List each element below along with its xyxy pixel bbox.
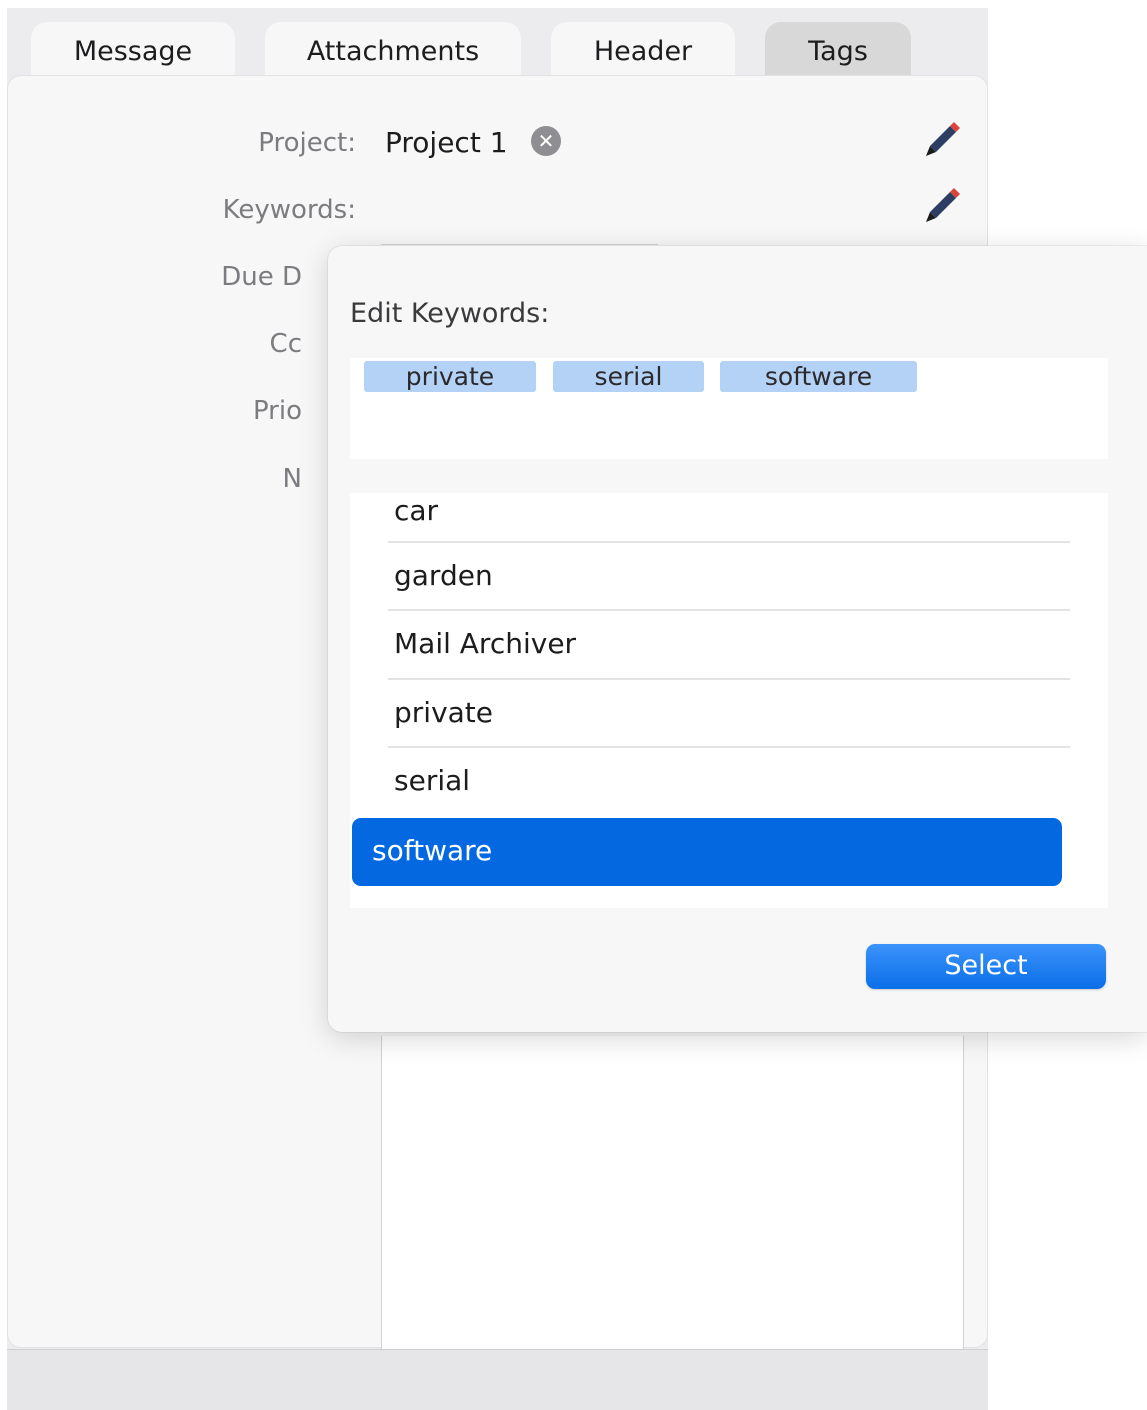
tab-header[interactable]: Header <box>551 22 735 82</box>
list-item-label: car <box>394 494 439 527</box>
clear-icon[interactable]: ✕ <box>531 126 561 156</box>
project-label: Project: <box>258 128 356 158</box>
tab-message[interactable]: Message <box>31 22 235 82</box>
notes-label: N <box>282 464 302 494</box>
tab-tags[interactable]: Tags <box>765 22 911 82</box>
keyword-token[interactable]: software <box>720 361 917 392</box>
keyword-token[interactable]: private <box>364 361 536 392</box>
keywords-label: Keywords: <box>222 195 356 225</box>
notes-field[interactable] <box>381 1036 964 1349</box>
list-item[interactable]: car <box>374 481 1084 549</box>
pencil-icon[interactable] <box>920 118 964 162</box>
priority-label: Prio <box>252 396 302 426</box>
due-date-label: Due D <box>221 262 302 292</box>
keyword-list: car garden Mail Archiver private serial … <box>350 493 1108 908</box>
edit-keywords-popover: Edit Keywords: private serial software c… <box>328 246 1147 1032</box>
bottom-bar <box>7 1349 988 1410</box>
list-item[interactable]: serial <box>374 748 1084 816</box>
list-item-selected[interactable]: software <box>352 818 1062 886</box>
keywords-field-border <box>381 244 658 245</box>
list-item-label: garden <box>394 559 493 592</box>
list-item-label: private <box>394 696 493 729</box>
list-item-label: serial <box>394 764 471 797</box>
tab-attachments[interactable]: Attachments <box>265 22 521 82</box>
list-item-label: software <box>372 834 493 867</box>
list-item[interactable]: Mail Archiver <box>374 611 1084 679</box>
pencil-icon[interactable] <box>920 184 964 228</box>
tab-bar: Message Attachments Header Tags <box>7 8 988 82</box>
list-item[interactable]: private <box>374 680 1084 748</box>
list-item[interactable]: garden <box>374 543 1084 611</box>
list-item-label: Mail Archiver <box>394 627 577 660</box>
keyword-token-field[interactable]: private serial software <box>350 358 1108 459</box>
popover-title: Edit Keywords: <box>350 298 550 329</box>
color-label: Cc <box>269 329 302 359</box>
select-button[interactable]: Select <box>866 944 1106 989</box>
keyword-token[interactable]: serial <box>553 361 704 392</box>
project-value: Project 1 <box>385 126 508 159</box>
